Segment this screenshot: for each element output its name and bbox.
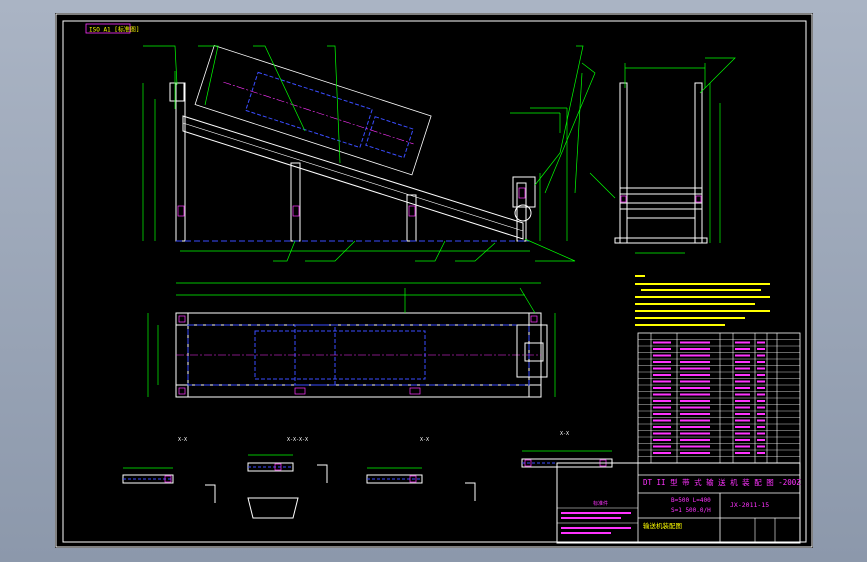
- section-label-3: X-X: [420, 437, 429, 443]
- technical-notes: [635, 275, 770, 326]
- spec-line-2: S=1 500.0/H: [671, 507, 711, 514]
- section-details: X-X X-X-X-X X-X X-X: [122, 431, 613, 519]
- side-elevation-view: [142, 44, 596, 262]
- section-label-2: X-X-X-X: [287, 437, 308, 443]
- title-block: DT II 型 带 式 输 送 机 装 配 图 -200Z B=500 L=40…: [556, 462, 801, 544]
- cad-drawing-sheet: ISO A1 [标准图] X-X X-X-X-X X-X X-X DT II 型…: [55, 13, 813, 548]
- section-label-1: X-X: [178, 437, 187, 443]
- spec-line-1: B=500 L=400: [671, 497, 711, 504]
- end-view: [589, 57, 736, 254]
- section-label-4: X-X: [560, 431, 569, 437]
- stamp-label: 标准件: [593, 500, 608, 507]
- cad-drawing: ISO A1 [标准图] X-X X-X-X-X X-X X-X DT II 型…: [55, 13, 813, 548]
- outer-frame: [55, 13, 813, 548]
- parts-list-table: [637, 332, 801, 464]
- drawing-number: JX-2011-15: [730, 501, 769, 509]
- plan-view: [147, 282, 556, 398]
- drive-unit: [194, 44, 432, 176]
- corner-tag: ISO A1 [标准图]: [89, 26, 140, 34]
- title-line: DT II 型 带 式 输 送 机 装 配 图 -200Z: [643, 477, 801, 487]
- footer-label: 输送机装配图: [643, 521, 682, 530]
